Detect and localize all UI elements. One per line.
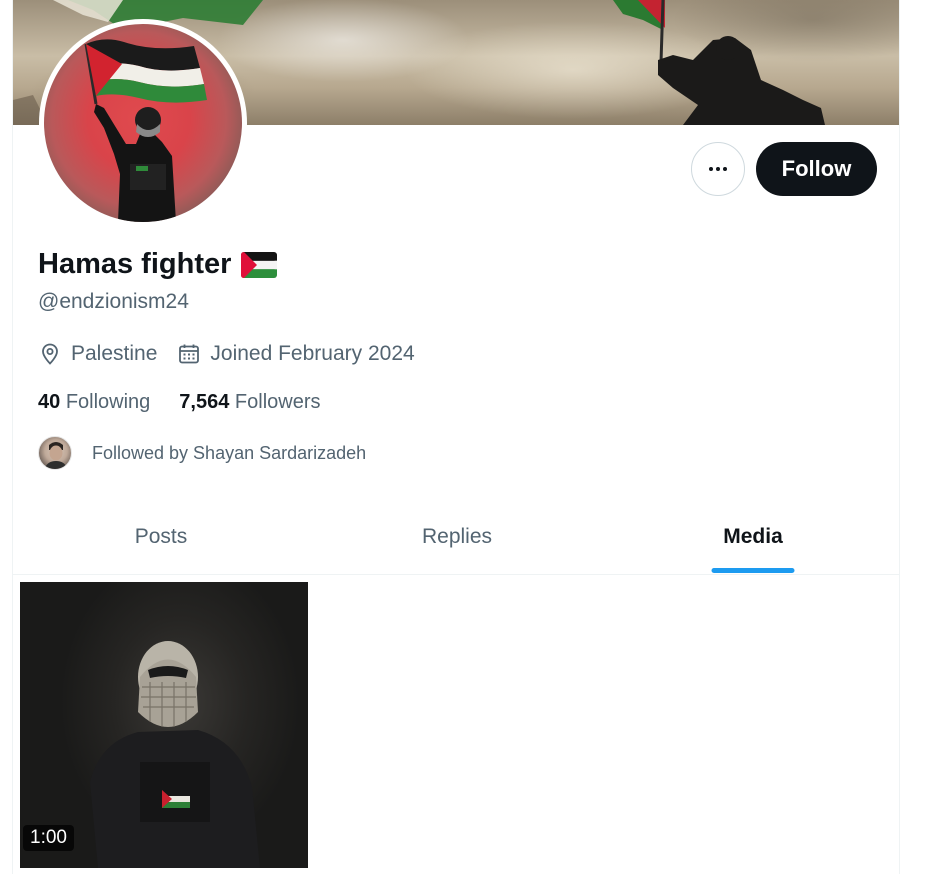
location-item: Palestine: [38, 342, 157, 366]
profile-page: Follow Hamas fighter @endzionism24 Pales…: [12, 0, 900, 874]
follower-avatar-image: [44, 442, 68, 469]
followers-link[interactable]: 7,564 Followers: [179, 391, 320, 414]
followers-label: Followers: [234, 391, 321, 413]
follow-button[interactable]: Follow: [756, 142, 877, 196]
more-options-button[interactable]: [691, 142, 745, 196]
profile-handle: @endzionism24: [38, 290, 189, 313]
joined-text: Joined February 2024: [210, 342, 415, 365]
follower-avatar: [38, 436, 72, 470]
calendar-icon: [179, 344, 200, 364]
following-label: Following: [65, 391, 151, 413]
location-text: Palestine: [71, 342, 158, 365]
avatar-illustration: [84, 39, 207, 222]
location-pin-icon: [42, 343, 58, 365]
tab-media[interactable]: Media: [605, 500, 899, 574]
following-count: 40: [38, 391, 61, 413]
profile-stats: 40 Following 7,564 Followers: [38, 391, 350, 414]
profile-meta: Palestine Joined February 2024: [38, 342, 435, 366]
profile-tabs: Posts Replies Media: [13, 500, 899, 575]
tab-posts[interactable]: Posts: [13, 500, 309, 574]
avatar-image: [44, 24, 242, 222]
joined-item: Joined February 2024: [177, 342, 415, 366]
tab-media-label: Media: [723, 525, 783, 548]
video-duration-badge: 1:00: [23, 825, 74, 851]
active-tab-indicator: [711, 568, 795, 573]
tab-posts-label: Posts: [134, 525, 188, 548]
followers-count: 7,564: [179, 391, 230, 413]
display-name: Hamas fighter: [38, 248, 232, 280]
more-horizontal-icon: [709, 167, 727, 171]
followed-by-row[interactable]: Followed by Shayan Sardarizadeh: [38, 436, 366, 470]
profile-name-row: Hamas fighter: [38, 248, 278, 281]
followed-by-text: Followed by Shayan Sardarizadeh: [92, 442, 367, 463]
profile-avatar[interactable]: [39, 19, 247, 227]
palestine-flag-emoji: [241, 251, 278, 278]
following-link[interactable]: 40 Following: [38, 391, 150, 414]
tab-replies[interactable]: Replies: [309, 500, 605, 574]
tab-replies-label: Replies: [421, 525, 493, 548]
